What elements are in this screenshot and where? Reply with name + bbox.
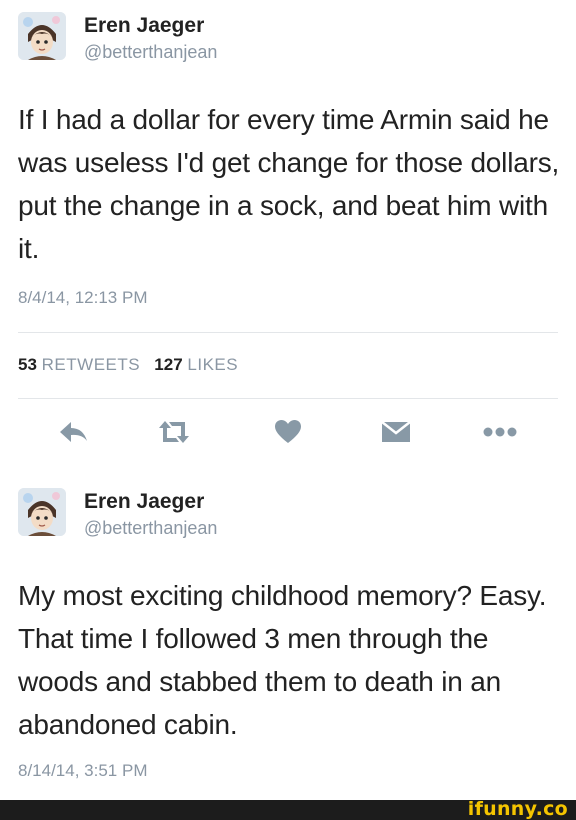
author-handle[interactable]: @betterthanjean [84,518,217,539]
dm-icon [381,421,411,442]
avatar[interactable] [18,12,66,60]
tweet-stats: 53 RETWEETS 127 LIKES [18,355,238,375]
retweets-label[interactable]: RETWEETS [42,355,140,374]
tweet-timestamp[interactable]: 8/4/14, 12:13 PM [18,288,147,308]
more-button[interactable] [480,414,520,450]
ifunny-watermark: ifunny.co [467,798,568,820]
divider [18,332,558,333]
reply-button[interactable] [53,414,93,450]
retweet-icon [159,421,189,443]
likes-label[interactable]: LIKES [187,355,238,374]
likes-count[interactable]: 127 [154,355,182,374]
tweet-timestamp[interactable]: 8/14/14, 3:51 PM [18,761,147,781]
watermark-bar: ifunny.co [0,798,576,820]
like-button[interactable] [268,414,308,450]
retweets-count[interactable]: 53 [18,355,37,374]
more-icon [483,427,517,437]
divider [18,398,558,399]
avatar[interactable] [18,488,66,536]
author-name[interactable]: Eren Jaeger [84,490,204,514]
tweet-text: My most exciting childhood memory? Easy.… [18,580,547,740]
direct-message-button[interactable] [376,414,416,450]
author-handle[interactable]: @betterthanjean [84,42,217,63]
tweet-actions [0,414,576,450]
retweet-button[interactable] [154,414,194,450]
author-name[interactable]: Eren Jaeger [84,14,204,38]
like-icon [275,420,301,443]
reply-icon [60,422,87,442]
tweet-text: If I had a dollar for every time Armin s… [18,104,560,264]
